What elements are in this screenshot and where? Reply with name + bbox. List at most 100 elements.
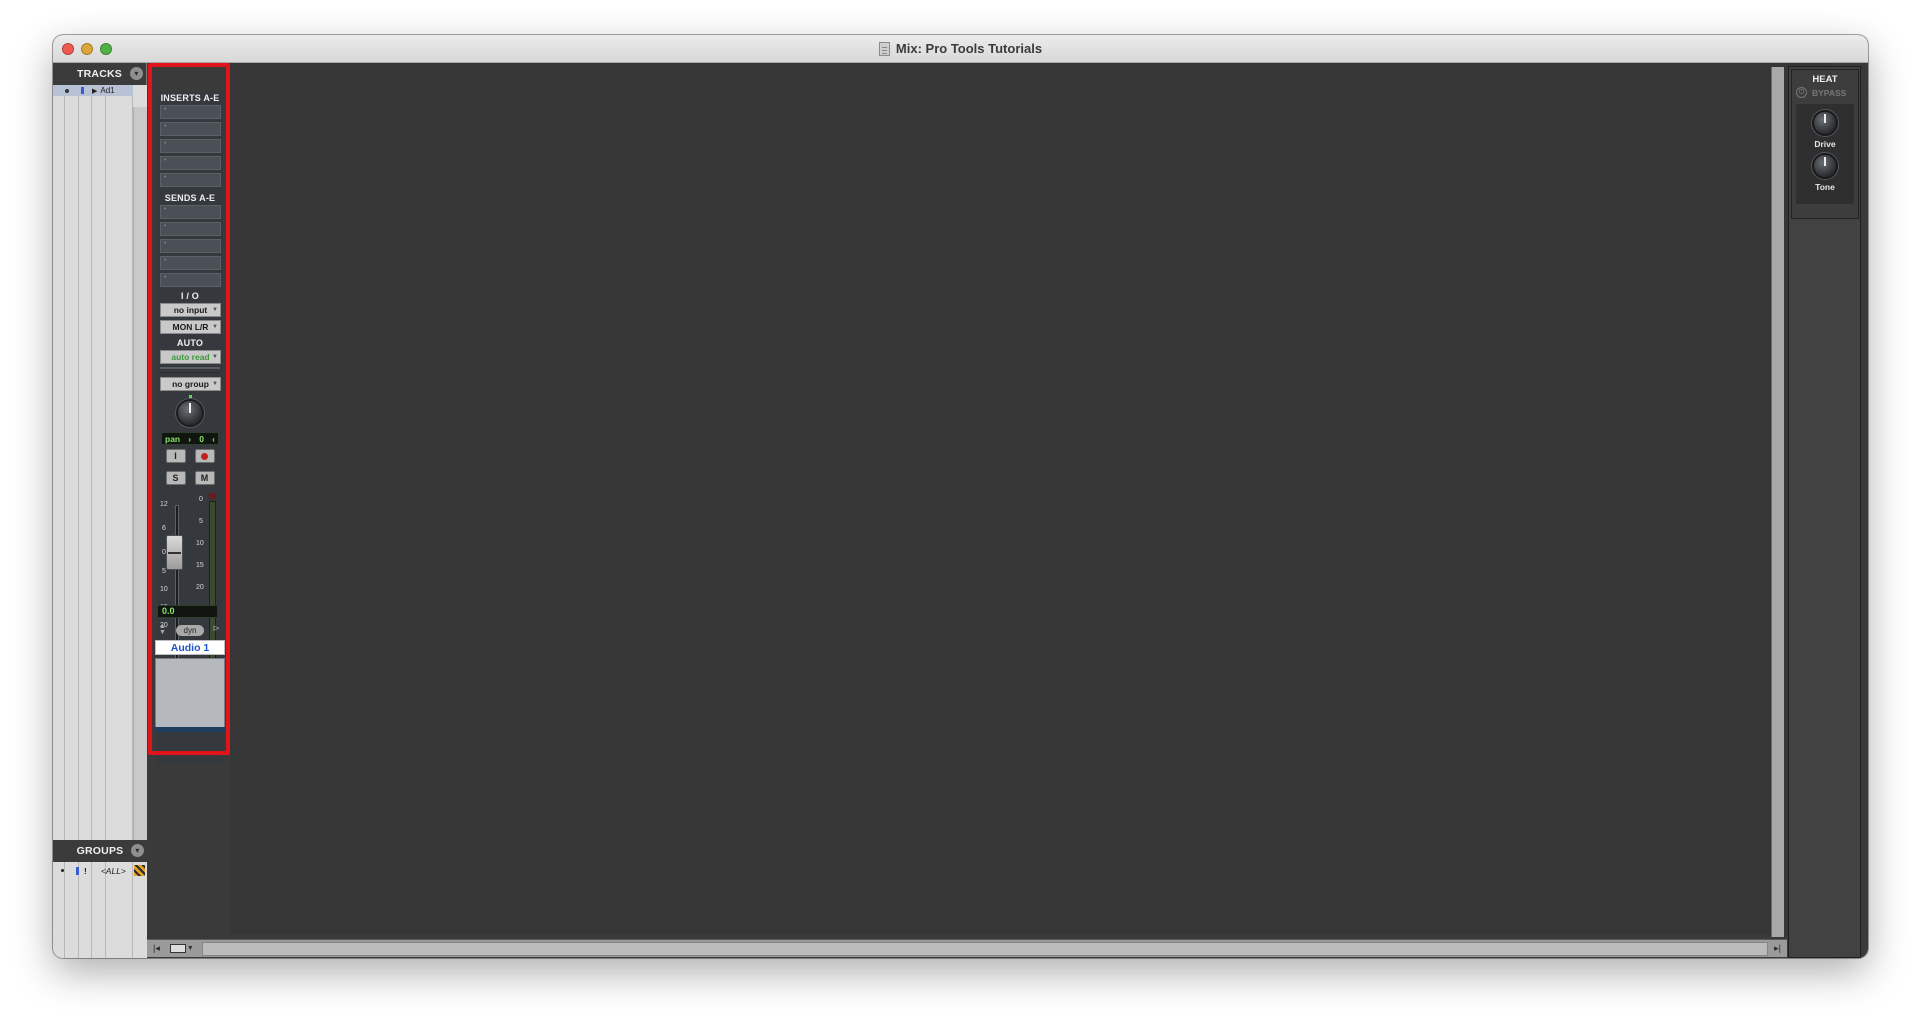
input-record-row: I	[157, 449, 223, 463]
tone-knob-group: Tone	[1796, 153, 1854, 196]
meter-scale-tick: 5	[199, 518, 203, 525]
mixer-area	[230, 63, 1831, 935]
tracks-header: TRACKS ▾	[53, 63, 146, 85]
group-badge-icon	[134, 865, 145, 876]
output-selector[interactable]: MON L/R ▼	[160, 320, 221, 334]
record-icon	[201, 452, 208, 460]
close-window-button[interactable]	[62, 43, 74, 55]
insert-slot-b[interactable]	[160, 122, 221, 136]
window-title: Mix: Pro Tools Tutorials	[895, 41, 1043, 56]
input-selector[interactable]: no input ▼	[160, 303, 221, 317]
group-selector-value: no group	[172, 379, 209, 389]
input-monitor-button[interactable]: I	[165, 449, 186, 463]
pan-knob-container	[157, 394, 223, 432]
pan-value: 0	[199, 433, 204, 444]
groups-list[interactable]: ! <ALL>	[53, 862, 147, 958]
fader-scale-tick: 10	[160, 586, 168, 593]
send-slot-d[interactable]	[160, 256, 221, 270]
groups-header: GROUPS ▾	[53, 840, 147, 862]
pan-label: pan	[165, 433, 181, 444]
track-play-icon: ▶	[92, 87, 98, 95]
send-slot-b[interactable]	[160, 222, 221, 236]
window-controls	[62, 43, 112, 55]
heat-title: HEAT	[1812, 74, 1838, 85]
scroll-end-icon[interactable]: ▸|	[1774, 943, 1781, 954]
view-selector-icon[interactable]	[169, 944, 186, 953]
solo-mute-row: S M	[157, 471, 223, 485]
volume-display[interactable]: 0.0	[157, 605, 218, 618]
groups-columns	[53, 862, 147, 958]
input-selector-value: no input	[173, 305, 208, 315]
group-dot-icon	[61, 869, 64, 872]
heat-panel: HEAT ⏻ BYPASS Drive Tone	[1788, 66, 1861, 958]
bottom-bar: |◂ ▼ ▸|	[147, 939, 1787, 957]
strip-footer	[155, 727, 225, 732]
group-indicator	[76, 866, 79, 875]
tracks-scrollbar[interactable]	[133, 107, 147, 862]
insert-slot-a[interactable]	[160, 105, 221, 119]
tone-knob[interactable]	[1812, 153, 1838, 179]
horizontal-scrollbar[interactable]	[201, 941, 1769, 956]
automation-mode-value: auto read	[171, 352, 210, 362]
group-list-item[interactable]: ! <ALL>	[53, 865, 147, 876]
heat-bypass-row: ⏻ BYPASS	[1796, 87, 1854, 98]
pan-right-arrow-icon: ›	[188, 433, 192, 444]
mix-window: Mix: Pro Tools Tutorials TRACKS ▾ ▶ Ad1 …	[53, 35, 1868, 958]
view-chevron-down-icon[interactable]: ▼	[187, 945, 194, 952]
groups-menu-chevron-down-icon[interactable]: ▾	[131, 844, 144, 857]
vertical-scrollbar[interactable]	[1771, 67, 1784, 937]
insert-slot-c[interactable]	[160, 139, 221, 153]
pan-knob-indicator	[189, 395, 192, 398]
volume-fader-handle[interactable]	[166, 535, 183, 570]
comments-area[interactable]	[155, 658, 225, 728]
meter-scale-tick: 20	[196, 584, 204, 591]
group-name: <ALL>	[100, 865, 126, 876]
meter-scale-tick: 0	[199, 496, 203, 503]
tracks-list[interactable]: ▶ Ad1	[53, 85, 147, 862]
group-selector[interactable]: no group ▼	[160, 377, 221, 391]
io-label: I / O	[180, 291, 199, 301]
track-list-item[interactable]: ▶ Ad1	[53, 85, 133, 96]
automation-mode-selector[interactable]: auto read ▼	[160, 350, 221, 364]
automation-chevron-down-icon: ▼	[212, 354, 218, 360]
fader-scale-tick: 6	[162, 525, 166, 532]
heat-knobs: Drive Tone	[1796, 104, 1854, 204]
document-icon	[878, 41, 890, 56]
pan-display[interactable]: pan › 0 ‹	[161, 432, 219, 445]
send-slot-c[interactable]	[160, 239, 221, 253]
drive-knob[interactable]	[1812, 110, 1838, 136]
dyn-row: ▲ ▼ dyn ⊳	[157, 623, 223, 637]
inserts-label: INSERTS A-E	[160, 93, 220, 103]
track-name-label[interactable]: Audio 1	[155, 640, 225, 655]
drive-label: Drive	[1814, 139, 1836, 149]
output-chevron-down-icon: ▼	[212, 324, 218, 330]
flag-icon[interactable]: ⊳	[212, 623, 220, 634]
record-enable-button[interactable]	[194, 449, 215, 463]
group-flag: !	[84, 865, 87, 876]
scroll-start-icon[interactable]: |◂	[153, 943, 160, 954]
group-chevron-down-icon: ▼	[212, 381, 218, 387]
clip-indicator[interactable]	[209, 493, 216, 499]
insert-slot-e[interactable]	[160, 173, 221, 187]
track-show-indicator[interactable]	[81, 87, 84, 94]
tracks-menu-chevron-down-icon[interactable]: ▾	[130, 67, 143, 80]
send-slot-a[interactable]	[160, 205, 221, 219]
zoom-window-button[interactable]	[100, 43, 112, 55]
tracks-groups-panel: TRACKS ▾ ▶ Ad1 GROUPS ▾ ! <ALL>	[53, 63, 147, 958]
dyn-button[interactable]: dyn	[176, 624, 204, 636]
strip-separator	[160, 367, 220, 373]
tracks-header-label: TRACKS	[77, 68, 122, 80]
meter-scale-tick: 10	[196, 540, 204, 547]
insert-slot-d[interactable]	[160, 156, 221, 170]
input-chevron-down-icon: ▼	[212, 307, 218, 313]
updown-arrows-icon[interactable]: ▲ ▼	[159, 623, 166, 636]
pan-knob[interactable]	[176, 395, 204, 427]
title-bar: Mix: Pro Tools Tutorials	[53, 35, 1868, 63]
minimize-window-button[interactable]	[81, 43, 93, 55]
send-slot-e[interactable]	[160, 273, 221, 287]
mute-button[interactable]: M	[194, 471, 215, 485]
drive-knob-group: Drive	[1796, 104, 1854, 153]
bypass-button[interactable]: BYPASS	[1812, 88, 1846, 98]
power-icon[interactable]: ⏻	[1796, 87, 1807, 98]
solo-button[interactable]: S	[165, 471, 186, 485]
